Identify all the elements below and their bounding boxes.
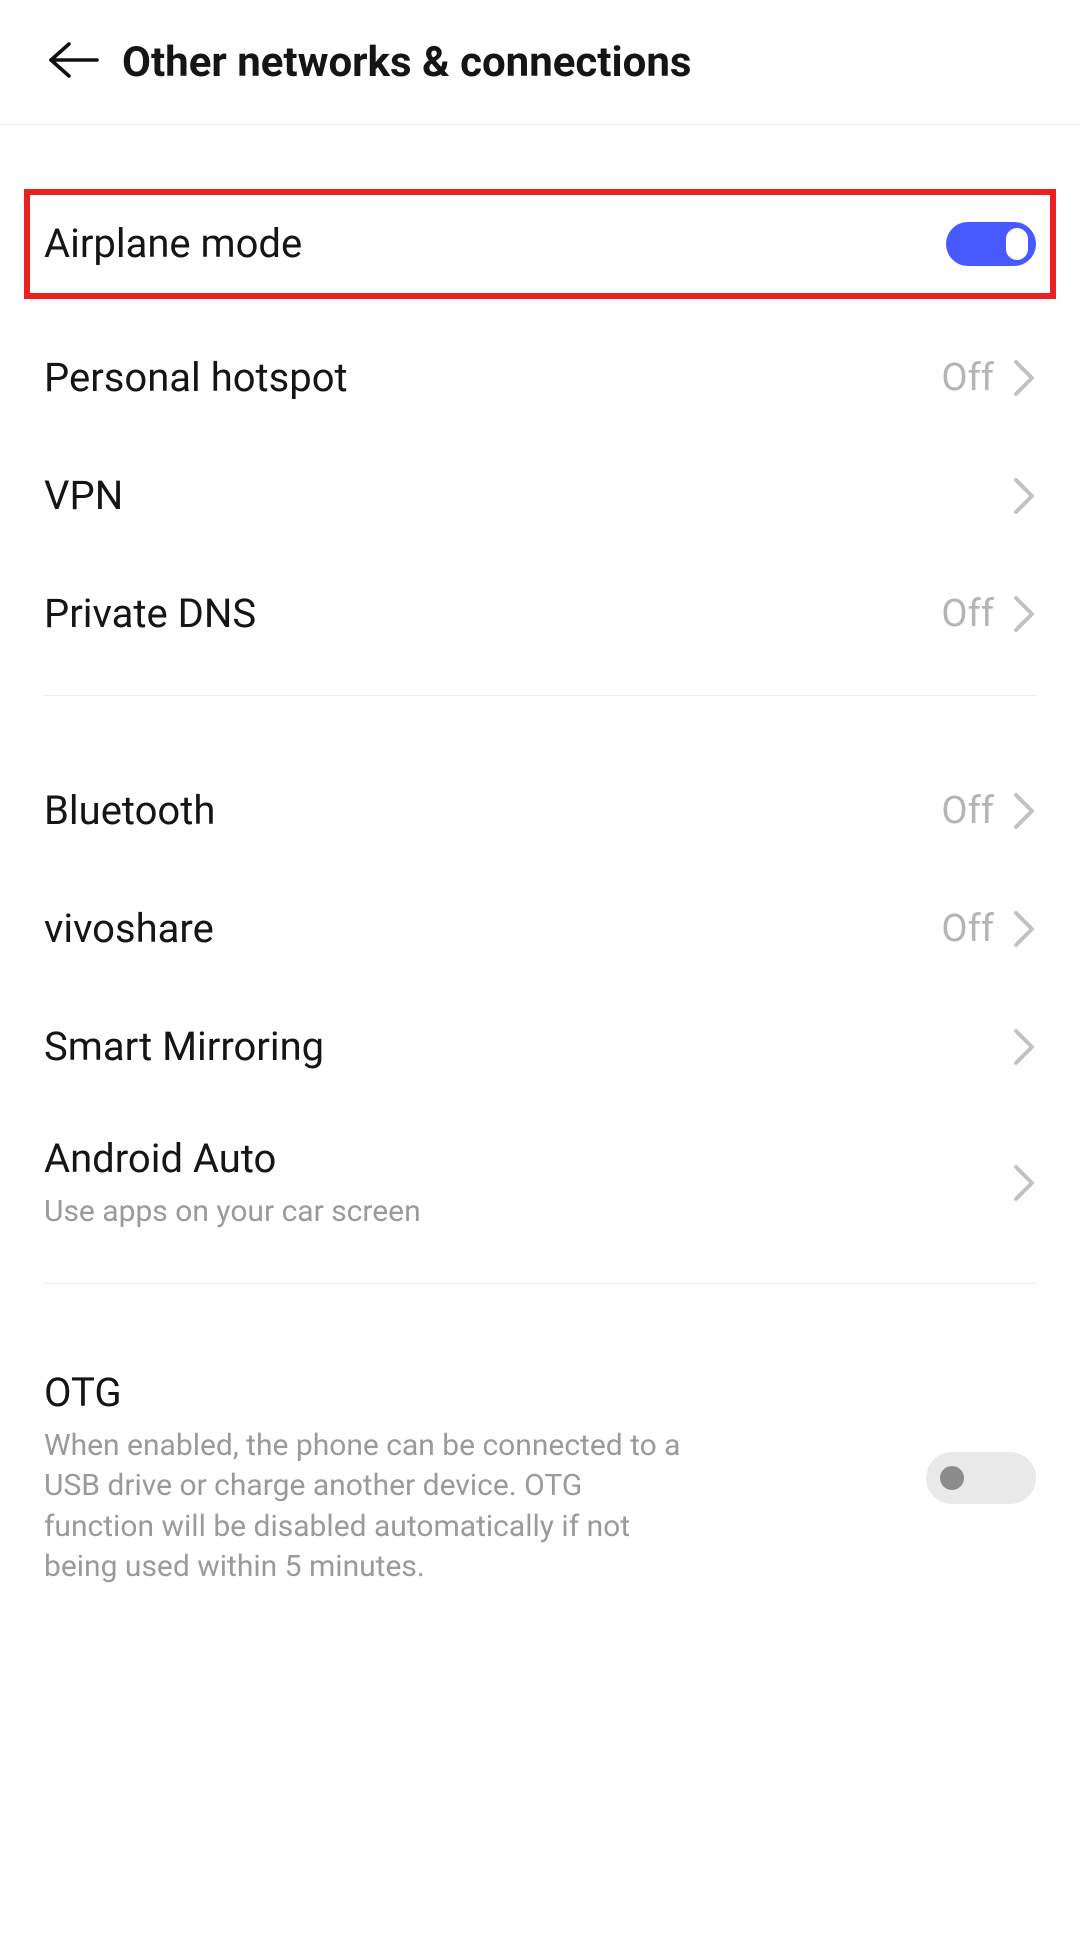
row-smart-mirroring[interactable]: Smart Mirroring	[44, 988, 1036, 1106]
bluetooth-label: Bluetooth	[44, 786, 941, 836]
private-dns-value: Off	[941, 592, 994, 636]
row-personal-hotspot[interactable]: Personal hotspot Off	[44, 319, 1036, 437]
row-otg[interactable]: OTG When enabled, the phone can be conne…	[44, 1340, 1036, 1616]
row-android-auto[interactable]: Android Auto Use apps on your car screen	[44, 1106, 1036, 1261]
row-private-dns[interactable]: Private DNS Off	[44, 555, 1036, 673]
vpn-label: VPN	[44, 471, 1012, 521]
section-divider	[44, 695, 1036, 696]
otg-sublabel: When enabled, the phone can be connected…	[44, 1426, 684, 1588]
chevron-right-icon	[1012, 594, 1036, 634]
personal-hotspot-label: Personal hotspot	[44, 353, 941, 403]
airplane-mode-label: Airplane mode	[44, 219, 946, 269]
chevron-right-icon	[1012, 358, 1036, 398]
page-title: Other networks & connections	[122, 38, 691, 87]
row-airplane-mode[interactable]: Airplane mode	[44, 213, 1036, 275]
highlight-airplane-mode: Airplane mode	[24, 189, 1056, 299]
row-bluetooth[interactable]: Bluetooth Off	[44, 752, 1036, 870]
chevron-right-icon	[1012, 1027, 1036, 1067]
airplane-mode-toggle[interactable]	[946, 222, 1036, 266]
chevron-right-icon	[1012, 1163, 1036, 1203]
back-arrow-icon	[47, 40, 101, 84]
back-button[interactable]	[44, 32, 104, 92]
personal-hotspot-value: Off	[941, 356, 994, 400]
bluetooth-value: Off	[941, 789, 994, 833]
chevron-right-icon	[1012, 791, 1036, 831]
smart-mirroring-label: Smart Mirroring	[44, 1022, 1012, 1072]
row-vpn[interactable]: VPN	[44, 437, 1036, 555]
row-vivoshare[interactable]: vivoshare Off	[44, 870, 1036, 988]
vivoshare-label: vivoshare	[44, 904, 941, 954]
otg-label: OTG	[44, 1368, 926, 1418]
private-dns-label: Private DNS	[44, 589, 941, 639]
android-auto-sublabel: Use apps on your car screen	[44, 1192, 684, 1233]
chevron-right-icon	[1012, 476, 1036, 516]
android-auto-label: Android Auto	[44, 1134, 1012, 1184]
vivoshare-value: Off	[941, 907, 994, 951]
otg-toggle[interactable]	[926, 1452, 1036, 1504]
header: Other networks & connections	[0, 0, 1080, 125]
chevron-right-icon	[1012, 909, 1036, 949]
content: Airplane mode Personal hotspot Off VPN	[0, 125, 1080, 1616]
section-divider	[44, 1283, 1036, 1284]
